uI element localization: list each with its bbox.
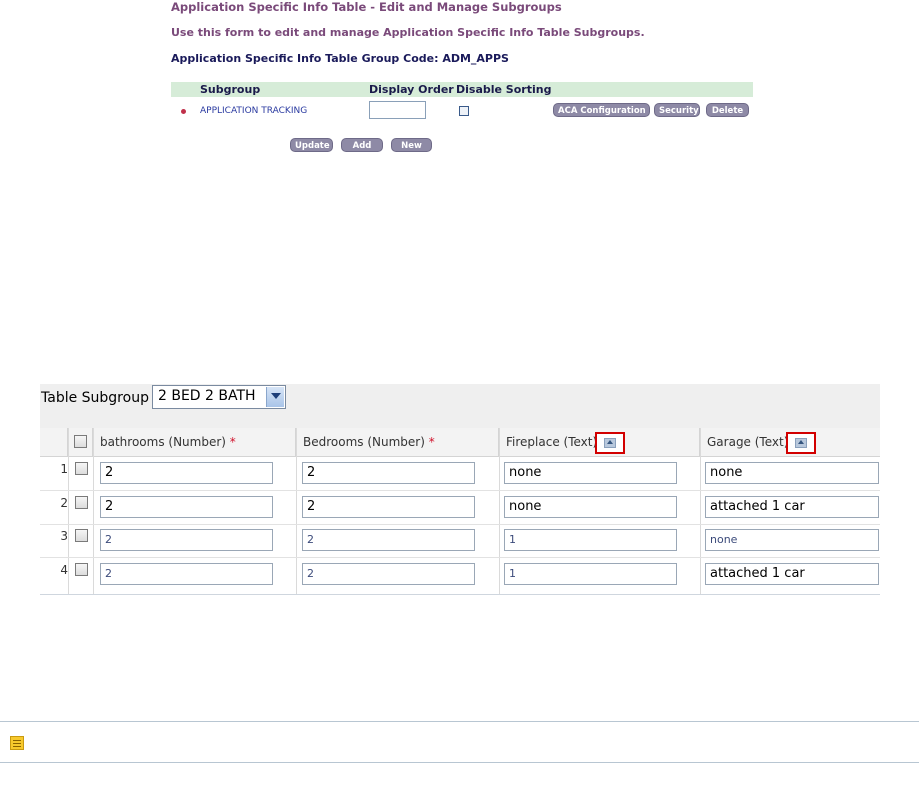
required-marker: * [428, 435, 435, 449]
header-display-order: Display Order [369, 83, 454, 96]
row-checkbox[interactable] [75, 496, 88, 509]
add-button[interactable]: Add [341, 138, 383, 152]
garage-input[interactable]: none [705, 529, 879, 551]
note-border-top [0, 721, 919, 722]
required-marker: * [229, 435, 236, 449]
disable-sorting-checkbox[interactable] [459, 106, 469, 116]
column-divider [68, 428, 69, 594]
display-order-input[interactable] [369, 101, 426, 119]
col-label-garage: Garage (Text) [707, 435, 789, 449]
group-code-label: Application Specific Info Table Group Co… [171, 52, 509, 65]
security-button[interactable]: Security [654, 103, 700, 117]
col-header-garage: Garage (Text) [700, 428, 880, 457]
row-number: 2 [60, 496, 68, 510]
page-description: Use this form to edit and manage Applica… [171, 26, 645, 39]
row-checkbox[interactable] [75, 529, 88, 542]
col-label-fireplace: Fireplace (Text) [506, 435, 598, 449]
table-subgroup-panel: Table Subgroup 2 BED 2 BATH bathrooms (N… [40, 384, 880, 596]
row-number-header [40, 428, 68, 457]
row-number: 1 [60, 462, 68, 476]
header-subgroup: Subgroup [200, 83, 261, 96]
subgroup-link[interactable]: APPLICATION TRACKING [200, 106, 307, 116]
row-divider [40, 490, 880, 491]
fireplace-input[interactable]: none [504, 496, 677, 518]
bullet-icon [181, 109, 186, 114]
table-subgroup-label: Table Subgroup [41, 390, 149, 406]
note-icon [10, 736, 24, 750]
fireplace-sort-button[interactable] [595, 432, 625, 454]
fireplace-input[interactable]: 1 [504, 529, 677, 551]
row-divider [40, 524, 880, 525]
bathrooms-input[interactable]: 2 [100, 529, 273, 551]
bathrooms-input[interactable]: 2 [100, 462, 273, 484]
garage-input[interactable]: none [705, 462, 879, 484]
new-button[interactable]: New [391, 138, 432, 152]
column-divider [499, 428, 500, 594]
col-header-bedrooms: Bedrooms (Number) * [296, 428, 499, 457]
select-all-checkbox[interactable] [74, 435, 87, 448]
garage-input[interactable]: attached 1 car [705, 563, 879, 585]
delete-button[interactable]: Delete [706, 103, 749, 117]
col-label-bathrooms: bathrooms (Number) [100, 435, 226, 449]
bedrooms-input[interactable]: 2 [302, 462, 475, 484]
col-label-bedrooms: Bedrooms (Number) [303, 435, 425, 449]
table-subgroup-select[interactable]: 2 BED 2 BATH [152, 385, 286, 409]
column-divider [700, 428, 701, 594]
sort-up-icon [795, 438, 807, 448]
fireplace-input[interactable]: none [504, 462, 677, 484]
table-subgroup-selected: 2 BED 2 BATH [158, 388, 256, 404]
fireplace-input[interactable]: 1 [504, 563, 677, 585]
header-disable-sorting: Disable Sorting [456, 83, 552, 96]
grid-toolbar: Table Subgroup 2 BED 2 BATH [40, 384, 880, 428]
select-all-header [68, 428, 93, 457]
row-number: 4 [60, 563, 68, 577]
row-divider [40, 557, 880, 558]
aca-configuration-button[interactable]: ACA Configuration [553, 103, 650, 117]
subgroup-row: APPLICATION TRACKING ACA Configuration S… [171, 100, 753, 122]
row-number: 3 [60, 529, 68, 543]
page-title: Application Specific Info Table - Edit a… [171, 0, 562, 14]
column-divider [296, 428, 297, 594]
column-divider [93, 428, 94, 594]
col-header-fireplace: Fireplace (Text) [499, 428, 700, 457]
row-checkbox[interactable] [75, 563, 88, 576]
subgroup-table-header: Subgroup Display Order Disable Sorting [171, 82, 753, 97]
sort-up-icon [604, 438, 616, 448]
bedrooms-input[interactable]: 2 [302, 529, 475, 551]
bathrooms-input[interactable]: 2 [100, 563, 273, 585]
bedrooms-input[interactable]: 2 [302, 496, 475, 518]
garage-input[interactable]: attached 1 car [705, 496, 879, 518]
row-checkbox[interactable] [75, 462, 88, 475]
chevron-down-icon[interactable] [266, 387, 284, 407]
bedrooms-input[interactable]: 2 [302, 563, 475, 585]
note-border-bottom [0, 762, 919, 763]
data-grid: bathrooms (Number) * Bedrooms (Number) *… [40, 428, 880, 595]
update-button[interactable]: Update [290, 138, 333, 152]
col-header-bathrooms: bathrooms (Number) * [93, 428, 296, 457]
bathrooms-input[interactable]: 2 [100, 496, 273, 518]
garage-sort-button[interactable] [786, 432, 816, 454]
